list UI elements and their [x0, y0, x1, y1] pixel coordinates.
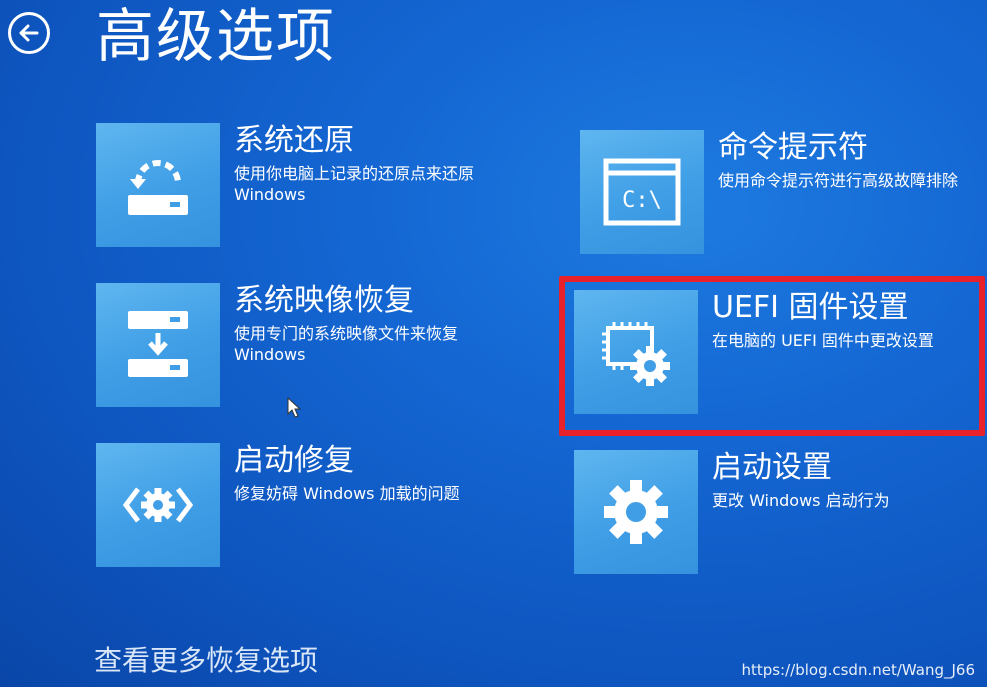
option-description: 更改 Windows 启动行为	[712, 491, 890, 510]
back-button[interactable]	[8, 12, 50, 54]
mouse-cursor-icon	[287, 397, 302, 418]
option-label: 系统还原	[234, 123, 354, 158]
back-arrow-icon	[19, 24, 39, 42]
restore-icon	[128, 160, 188, 215]
option-label: 启动修复	[234, 443, 354, 478]
option-label: 命令提示符	[718, 130, 868, 165]
option-command-prompt[interactable]: C:\ 命令提示符 使用命令提示符进行高级故障排除	[580, 130, 980, 260]
image-recovery-icon	[128, 311, 188, 377]
option-system-image-recovery[interactable]: 系统映像恢复 使用专门的系统映像文件来恢复 Windows	[96, 283, 536, 413]
option-tile	[96, 123, 220, 247]
svg-text:C:\: C:\	[622, 188, 662, 213]
option-tile: C:\	[580, 130, 704, 254]
option-startup-settings[interactable]: 启动设置 更改 Windows 启动行为	[574, 450, 974, 580]
watermark: https://blog.csdn.net/Wang_J66	[741, 661, 975, 679]
option-description: 使用你电脑上记录的还原点来还原 Windows	[234, 164, 475, 204]
option-tile	[574, 450, 698, 574]
page-title: 高级选项	[96, 2, 337, 70]
option-description: 使用命令提示符进行高级故障排除	[718, 171, 959, 190]
gear-icon	[604, 480, 668, 544]
option-label: 启动设置	[712, 450, 832, 485]
option-description: 修复妨碍 Windows 加载的问题	[234, 484, 460, 503]
option-startup-repair[interactable]: 启动修复 修复妨碍 Windows 加载的问题	[96, 443, 536, 573]
more-recovery-options-link[interactable]: 查看更多恢复选项	[94, 643, 318, 679]
command-prompt-icon: C:\	[603, 158, 681, 226]
option-tile	[96, 283, 220, 407]
option-label: 系统映像恢复	[234, 283, 414, 318]
option-description: 使用专门的系统映像文件来恢复 Windows	[234, 324, 459, 364]
highlight-box	[559, 276, 985, 436]
option-system-restore[interactable]: 系统还原 使用你电脑上记录的还原点来还原 Windows	[96, 123, 536, 253]
startup-repair-icon	[122, 487, 194, 523]
option-tile	[96, 443, 220, 567]
